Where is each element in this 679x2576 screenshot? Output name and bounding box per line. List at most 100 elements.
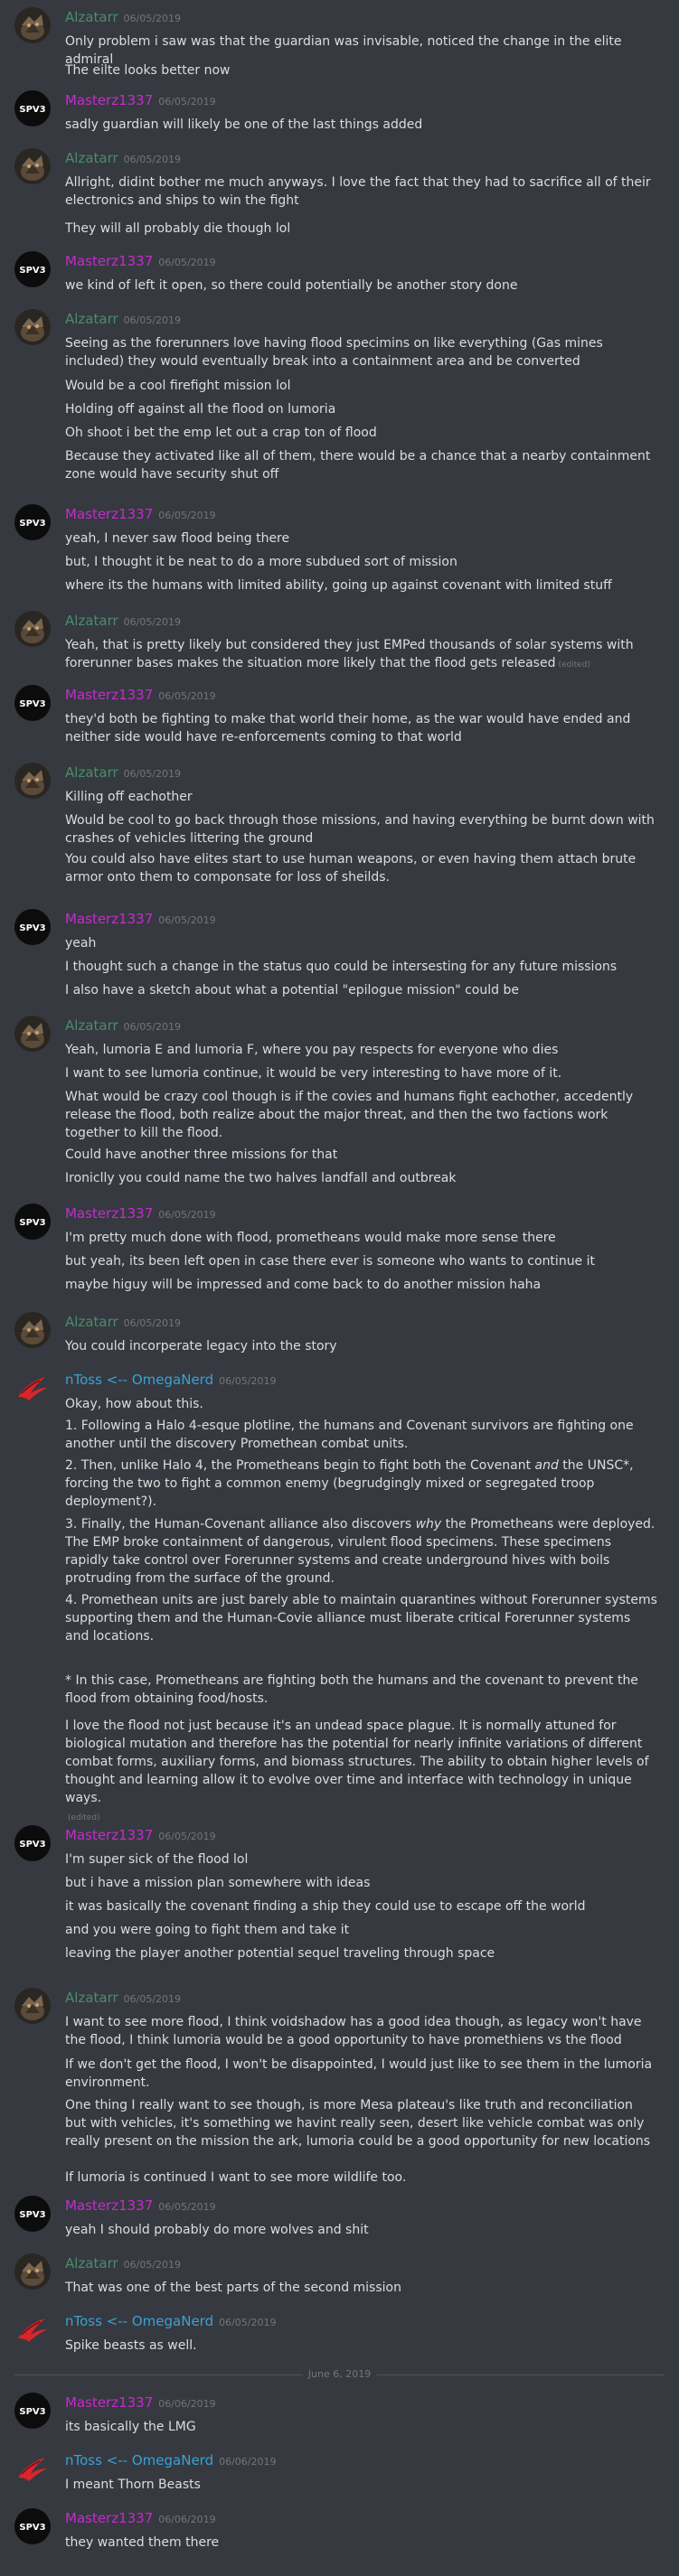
message-header: Alzatarr 06/05/2019 xyxy=(65,763,181,782)
timestamp: 06/05/2019 xyxy=(158,914,216,926)
username[interactable]: Alzatarr xyxy=(65,150,118,166)
avatar[interactable] xyxy=(14,1016,51,1052)
username[interactable]: Masterz1337 xyxy=(65,687,153,703)
message-text: One thing I really want to see though, i… xyxy=(65,2098,651,2149)
message-header: Masterz1337 06/05/2019 xyxy=(65,2196,216,2215)
message-text: but yeah, its been left open in case the… xyxy=(65,1254,596,1269)
username[interactable]: Alzatarr xyxy=(65,764,118,781)
message-header: Alzatarr 06/05/2019 xyxy=(65,611,181,631)
avatar[interactable]: SPV3 xyxy=(14,2508,51,2544)
message-text: Would be a cool firefight mission lol xyxy=(65,379,291,393)
edited-tag: (edited) xyxy=(68,1813,100,1822)
message-header: Masterz1337 06/06/2019 xyxy=(65,2393,216,2412)
timestamp: 06/05/2019 xyxy=(123,13,182,24)
message-text: I'm pretty much done with flood, prometh… xyxy=(65,1231,556,1245)
message-text: You could incorperate legacy into the st… xyxy=(65,1339,337,1354)
message-text: they wanted them there xyxy=(65,2535,220,2550)
avatar[interactable] xyxy=(14,2253,51,2290)
timestamp: 06/05/2019 xyxy=(158,510,216,521)
message-text: Holding off against all the flood on lum… xyxy=(65,402,336,417)
timestamp: 06/06/2019 xyxy=(219,2456,277,2468)
date-divider: June 6, 2019 xyxy=(14,2368,665,2381)
message-header: nToss <-- OmegaNerd 06/05/2019 xyxy=(65,1370,277,1390)
timestamp: 06/05/2019 xyxy=(158,2201,216,2213)
timestamp: 06/05/2019 xyxy=(123,1993,182,2005)
username[interactable]: nToss <-- OmegaNerd xyxy=(65,2452,213,2468)
avatar[interactable] xyxy=(14,1312,51,1348)
username[interactable]: nToss <-- OmegaNerd xyxy=(65,1372,213,1388)
message-header: Alzatarr 06/05/2019 xyxy=(65,148,181,168)
username[interactable]: Masterz1337 xyxy=(65,2394,153,2411)
message-text: Ironiclly you could name the two halves … xyxy=(65,1171,457,1185)
avatar[interactable]: SPV3 xyxy=(14,2393,51,2429)
username[interactable]: Masterz1337 xyxy=(65,1205,153,1222)
avatar[interactable] xyxy=(14,148,51,184)
avatar[interactable] xyxy=(14,7,51,43)
avatar[interactable] xyxy=(14,309,51,345)
username[interactable]: Masterz1337 xyxy=(65,2197,153,2214)
timestamp: 06/05/2019 xyxy=(158,1831,216,1842)
message-text: Oh shoot i bet the emp let out a crap to… xyxy=(65,426,377,440)
message-text: Could have another three missions for th… xyxy=(65,1147,338,1162)
avatar[interactable]: SPV3 xyxy=(14,1204,51,1240)
message-text: they'd both be fighting to make that wor… xyxy=(65,712,631,745)
message-header: Masterz1337 06/05/2019 xyxy=(65,251,216,271)
timestamp: 06/05/2019 xyxy=(123,1021,182,1033)
avatar[interactable] xyxy=(14,1370,51,1406)
message-text: Would be cool to go back through those m… xyxy=(65,813,655,846)
username[interactable]: Masterz1337 xyxy=(65,1827,153,1843)
message-text: I want to see more flood, I think voidsh… xyxy=(65,2015,642,2047)
message-header: Alzatarr 06/05/2019 xyxy=(65,309,181,329)
username[interactable]: Masterz1337 xyxy=(65,911,153,927)
username[interactable]: Alzatarr xyxy=(65,1314,118,1330)
message-header: Alzatarr 06/05/2019 xyxy=(65,1312,181,1332)
avatar[interactable]: SPV3 xyxy=(14,685,51,721)
username[interactable]: Alzatarr xyxy=(65,1017,118,1034)
message-header: Masterz1337 06/05/2019 xyxy=(65,504,216,524)
message-text: 3. Finally, the Human-Covenant alliance … xyxy=(65,1517,655,1586)
message-text: I also have a sketch about what a potent… xyxy=(65,983,519,998)
message-header: Masterz1337 06/05/2019 xyxy=(65,1204,216,1223)
username[interactable]: Masterz1337 xyxy=(65,506,153,522)
avatar[interactable]: SPV3 xyxy=(14,1825,51,1861)
message-header: Masterz1337 06/05/2019 xyxy=(65,1825,216,1845)
avatar[interactable]: SPV3 xyxy=(14,90,51,126)
message-text: Allright, didint bother me much anyways.… xyxy=(65,175,651,208)
message-text: Seeing as the forerunners love having fl… xyxy=(65,336,603,369)
message-header: nToss <-- OmegaNerd 06/06/2019 xyxy=(65,2450,277,2470)
svg-text:SPV3: SPV3 xyxy=(19,105,45,115)
avatar[interactable] xyxy=(14,2450,51,2487)
username[interactable]: Masterz1337 xyxy=(65,253,153,269)
message-text: yeah I should probably do more wolves an… xyxy=(65,2223,369,2237)
username[interactable]: Alzatarr xyxy=(65,1990,118,2006)
avatar[interactable]: SPV3 xyxy=(14,2196,51,2232)
username[interactable]: Alzatarr xyxy=(65,2255,118,2272)
message-header: nToss <-- OmegaNerd 06/05/2019 xyxy=(65,2311,277,2331)
message-text: 1. Following a Halo 4-esque plotline, th… xyxy=(65,1419,634,1451)
username[interactable]: Alzatarr xyxy=(65,311,118,327)
avatar[interactable] xyxy=(14,1988,51,2024)
username[interactable]: Alzatarr xyxy=(65,9,118,25)
svg-text:SPV3: SPV3 xyxy=(19,1218,45,1228)
avatar[interactable] xyxy=(14,2311,51,2347)
message-text: They will all probably die though lol xyxy=(65,221,291,236)
avatar[interactable]: SPV3 xyxy=(14,504,51,540)
username[interactable]: Masterz1337 xyxy=(65,2510,153,2526)
svg-text:SPV3: SPV3 xyxy=(19,2407,45,2417)
avatar[interactable] xyxy=(14,611,51,647)
timestamp: 06/05/2019 xyxy=(158,690,216,702)
avatar[interactable]: SPV3 xyxy=(14,909,51,945)
message-text: * In this case, Prometheans are fighting… xyxy=(65,1673,638,1706)
message-text: where its the humans with limited abilit… xyxy=(65,578,612,593)
username[interactable]: Alzatarr xyxy=(65,613,118,629)
message-text: Yeah, lumoria E and lumoria F, where you… xyxy=(65,1043,559,1057)
timestamp: 06/06/2019 xyxy=(158,2398,216,2410)
message-text: I want to see lumoria continue, it would… xyxy=(65,1066,562,1081)
avatar[interactable] xyxy=(14,763,51,799)
username[interactable]: nToss <-- OmegaNerd xyxy=(65,2313,213,2329)
message-text: That was one of the best parts of the se… xyxy=(65,2281,401,2295)
message-header: Alzatarr 06/05/2019 xyxy=(65,1016,181,1035)
username[interactable]: Masterz1337 xyxy=(65,92,153,108)
avatar[interactable]: SPV3 xyxy=(14,251,51,287)
date-divider-label: June 6, 2019 xyxy=(302,2368,377,2381)
